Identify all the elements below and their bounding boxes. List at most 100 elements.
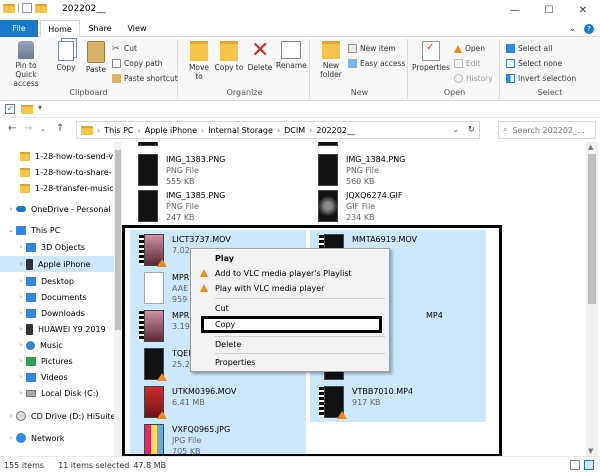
copy-button[interactable]: Copy <box>52 41 80 72</box>
search-box[interactable]: ⌕ Search 202202_... <box>498 121 596 139</box>
sidebar-item-quick-folder-3[interactable]: 1-28-transfer-music <box>0 180 120 196</box>
tab-share[interactable]: Share <box>82 20 118 37</box>
chevron-down-icon[interactable]: ⌄ <box>452 125 459 134</box>
menu-item-properties[interactable]: Properties <box>191 355 389 370</box>
close-button[interactable]: ✕ <box>566 0 600 20</box>
sidebar-scrollbar[interactable] <box>114 142 122 456</box>
list-item[interactable]: VXFQ0965.JPG JPG File 705 KB <box>130 420 306 456</box>
list-item[interactable]: IMG_1383.PNG PNG File 555 KB <box>124 150 300 190</box>
sidebar-item-apple-iphone[interactable]: › Apple iPhone <box>0 256 120 272</box>
sidebar-item-quick-folder-1[interactable]: 1-28-how-to-send-v <box>0 148 120 164</box>
select-none-button[interactable]: Select none <box>506 59 562 68</box>
recent-chevron-icon[interactable]: ⌄ <box>40 125 46 133</box>
up-arrow-icon[interactable]: ↑ <box>56 123 64 134</box>
invert-selection-button[interactable]: Invert selection <box>506 74 576 83</box>
sidebar-item-network[interactable]: › Network <box>0 430 120 446</box>
scrollbar-thumb[interactable] <box>588 154 596 304</box>
menu-item-cut[interactable]: Cut <box>191 301 389 316</box>
list-item[interactable] <box>304 142 480 150</box>
list-item[interactable]: UTKM0396.MOV 6.41 MB <box>130 382 306 422</box>
menu-item-delete[interactable]: Delete <box>191 337 389 352</box>
delete-button[interactable]: ✕ Delete <box>246 40 274 73</box>
chevron-right-icon[interactable]: › <box>16 243 26 251</box>
chevron-right-icon[interactable]: › <box>6 412 16 420</box>
properties-quick-icon[interactable] <box>22 3 32 13</box>
cut-button[interactable]: ✂ Cut <box>112 44 137 54</box>
chevron-right-icon[interactable]: › <box>16 341 26 349</box>
list-item[interactable]: JQXQ6274.GIF GIF File 234 KB <box>304 186 480 226</box>
properties-button[interactable]: Properties <box>412 41 450 72</box>
menu-item-add-vlc-playlist[interactable]: Add to VLC media player's Playlist <box>191 266 389 281</box>
help-icon[interactable]: ? <box>584 24 594 34</box>
back-arrow-icon[interactable]: ← <box>8 123 16 134</box>
sidebar-item-this-pc[interactable]: ⌄ This PC <box>0 222 120 238</box>
forward-arrow-icon[interactable]: → <box>24 123 32 134</box>
sidebar-item-cd-drive[interactable]: › CD Drive (D:) HiSuite <box>0 408 120 424</box>
maximize-button[interactable]: ☐ <box>532 0 566 20</box>
breadcrumb-dcim[interactable]: DCIM <box>284 126 305 135</box>
tiles-view-icon[interactable] <box>584 460 594 470</box>
breadcrumb-apple-iphone[interactable]: Apple iPhone <box>145 126 197 135</box>
sidebar-item-desktop[interactable]: › Desktop <box>0 273 120 289</box>
breadcrumb-this-pc[interactable]: This PC <box>104 126 133 135</box>
easy-access-button[interactable]: Easy access <box>348 59 405 68</box>
scrollbar-thumb[interactable] <box>115 150 121 330</box>
chevron-right-icon[interactable]: › <box>6 205 16 213</box>
open-button[interactable]: Open <box>454 44 485 53</box>
details-view-icon[interactable] <box>570 460 580 470</box>
scroll-down-icon[interactable]: ▼ <box>588 447 593 455</box>
chevron-right-icon[interactable]: › <box>16 277 26 285</box>
move-to-button[interactable]: Move to <box>184 41 214 81</box>
menu-item-play[interactable]: Play <box>191 251 389 266</box>
tab-view[interactable]: View <box>120 20 154 37</box>
chevron-down-icon[interactable]: ▾ <box>38 103 42 112</box>
address-bar[interactable]: › This PC › Apple iPhone › Internal Stor… <box>76 121 480 139</box>
list-item[interactable]: VTBB7010.MP4 917 KB <box>310 382 486 422</box>
edit-button[interactable]: Edit <box>454 59 481 68</box>
list-item[interactable]: IMG_1385.PNG PNG File 247 KB <box>124 186 300 226</box>
tab-file[interactable]: File <box>0 20 38 37</box>
checkbox-icon[interactable]: ✓ <box>5 104 15 114</box>
sidebar-item-music[interactable]: › Music <box>0 337 120 353</box>
history-button[interactable]: History <box>454 74 493 83</box>
breadcrumb-internal-storage[interactable]: Internal Storage <box>208 126 273 135</box>
sidebar-item-pictures[interactable]: › Pictures <box>0 353 120 369</box>
breadcrumb-current-folder[interactable]: 202202__ <box>316 126 355 135</box>
sidebar-item-downloads[interactable]: › Downloads <box>0 305 120 321</box>
copy-to-button[interactable]: Copy to <box>214 41 244 72</box>
tab-home[interactable]: Home <box>40 20 80 37</box>
chevron-right-icon[interactable]: › <box>16 325 26 333</box>
sidebar-item-quick-folder-2[interactable]: 1-28-how-to-share- <box>0 164 120 180</box>
chevron-right-icon[interactable]: › <box>16 309 26 317</box>
sidebar-item-videos[interactable]: › Videos <box>0 369 120 385</box>
chevron-right-icon[interactable]: › <box>16 293 26 301</box>
chevron-right-icon[interactable]: › <box>16 357 26 365</box>
select-all-button[interactable]: Select all <box>506 44 552 53</box>
new-folder-button[interactable]: New folder <box>316 41 346 79</box>
list-item[interactable] <box>124 142 300 150</box>
scroll-up-icon[interactable]: ▲ <box>588 143 593 151</box>
sidebar-item-3d-objects[interactable]: › 3D Objects <box>0 239 120 255</box>
paste-shortcut-button[interactable]: Paste shortcut <box>112 74 178 83</box>
sidebar-item-local-disk[interactable]: › Local Disk (C:) <box>0 385 120 401</box>
sidebar-item-onedrive[interactable]: › OneDrive - Personal <box>0 201 120 217</box>
chevron-right-icon[interactable]: › <box>6 434 16 442</box>
expand-ribbon-icon[interactable]: ⌄ <box>569 24 576 34</box>
chevron-right-icon[interactable]: › <box>16 373 26 381</box>
minimize-button[interactable]: — <box>498 0 532 20</box>
list-item[interactable]: IMG_1384.PNG PNG File 560 KB <box>304 150 480 190</box>
refresh-icon[interactable]: ↻ <box>467 125 475 135</box>
chevron-right-icon[interactable]: › <box>16 260 26 268</box>
menu-item-copy[interactable]: Copy <box>191 317 389 332</box>
copy-path-button[interactable]: Copy path <box>112 59 162 68</box>
new-folder-quick-icon[interactable] <box>35 3 47 13</box>
paste-button[interactable]: Paste <box>82 41 110 74</box>
new-item-button[interactable]: New item <box>348 44 396 53</box>
pin-quick-access-button[interactable]: Pin to Quick access <box>4 41 48 88</box>
chevron-down-icon[interactable]: ⌄ <box>6 226 16 234</box>
chevron-right-icon[interactable]: › <box>16 389 26 397</box>
rename-button[interactable]: Rename <box>276 41 307 70</box>
sidebar-item-huawei[interactable]: › HUAWEI Y9 2019 <box>0 321 120 337</box>
menu-item-play-vlc[interactable]: Play with VLC media player <box>191 281 389 296</box>
sidebar-item-documents[interactable]: › Documents <box>0 289 120 305</box>
